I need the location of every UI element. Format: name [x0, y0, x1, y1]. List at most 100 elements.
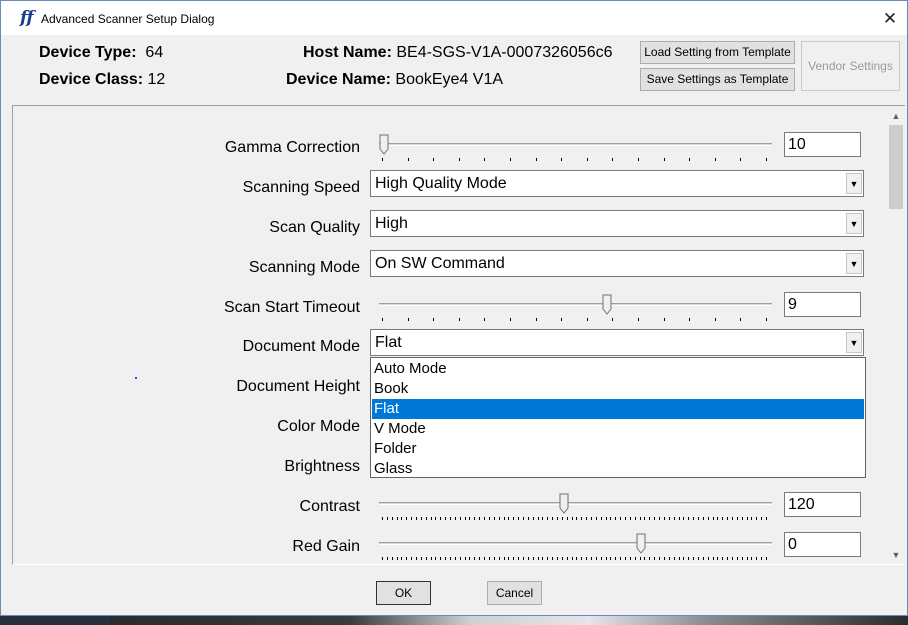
timeout-value-field[interactable]: 9 [784, 292, 861, 317]
slider-tick [605, 517, 607, 520]
slider-tick [625, 557, 627, 560]
device-type: Device Type: 64 [39, 44, 163, 62]
vendor-settings-button[interactable]: Vendor Settings [801, 41, 900, 91]
slider-tick [407, 318, 409, 321]
slider-tick [668, 557, 670, 560]
save-template-button[interactable]: Save Settings as Template [640, 68, 795, 91]
slider-tick [581, 517, 583, 520]
slider-tick [736, 517, 738, 520]
red-gain-value-field[interactable]: 0 [784, 532, 861, 557]
slider-tick [440, 557, 442, 560]
slider-tick [401, 517, 403, 520]
slider-tick [634, 557, 636, 560]
slider-tick [513, 557, 515, 560]
cancel-button[interactable]: Cancel [487, 581, 542, 605]
slider-tick [484, 557, 486, 560]
slider-tick [542, 517, 544, 520]
contrast-slider[interactable] [379, 493, 774, 523]
chevron-down-icon[interactable]: ▼ [846, 332, 862, 353]
slider-tick [556, 517, 558, 520]
slider-thumb[interactable] [636, 533, 646, 555]
advanced-scanner-dialog: ff Advanced Scanner Setup Dialog ✕ Devic… [0, 0, 908, 616]
document-height-label: Document Height [236, 378, 360, 395]
app-logo-icon: ff [20, 8, 34, 28]
chevron-up-icon[interactable]: ▲ [887, 108, 905, 125]
slider-tick [638, 318, 639, 321]
slider-tick [766, 318, 767, 321]
chevron-down-icon[interactable]: ▼ [846, 213, 862, 234]
scan-quality-select[interactable]: High ▼ [370, 210, 864, 237]
slider-tick [382, 557, 383, 560]
scanning-speed-select[interactable]: High Quality Mode ▼ [370, 170, 864, 197]
slider-tick [479, 557, 481, 560]
dropdown-option[interactable]: Book [372, 379, 864, 399]
dropdown-option[interactable]: V Mode [372, 419, 864, 439]
slider-tick [391, 517, 393, 520]
slider-tick [595, 557, 597, 560]
slider-tick [561, 318, 563, 321]
slider-tick [678, 557, 680, 560]
slider-tick [639, 517, 641, 520]
slider-tick [689, 158, 691, 161]
slider-tick [766, 517, 767, 520]
slider-tick [605, 557, 607, 560]
gamma-slider[interactable] [379, 134, 774, 164]
slider-tick [484, 318, 486, 321]
dropdown-option[interactable]: Auto Mode [372, 359, 864, 379]
slider-tick [382, 517, 383, 520]
settings-scroll-panel: Gamma Correction 10 Scanning Speed High … [12, 105, 905, 565]
slider-tick [440, 517, 442, 520]
slider-tick [416, 557, 418, 560]
slider-tick [756, 517, 758, 520]
vertical-scrollbar[interactable]: ▲ ▼ [887, 106, 905, 564]
red-gain-slider[interactable] [379, 533, 774, 563]
slider-tick [411, 557, 413, 560]
slider-tick [484, 517, 486, 520]
slider-tick [649, 557, 651, 560]
document-mode-select[interactable]: Flat ▼ [370, 329, 864, 356]
slider-tick [689, 318, 691, 321]
slider-tick [591, 517, 592, 520]
slider-tick [741, 557, 743, 560]
slider-tick [620, 517, 622, 520]
dropdown-option[interactable]: Folder [372, 439, 864, 459]
slider-tick [488, 517, 490, 520]
slider-tick [537, 517, 539, 520]
dropdown-option[interactable]: Glass [372, 459, 864, 479]
dropdown-option-selected[interactable]: Flat [372, 399, 864, 419]
slider-tick [445, 517, 447, 520]
slider-tick [697, 517, 699, 520]
slider-tick [714, 318, 716, 321]
slider-tick [435, 517, 437, 520]
slider-thumb[interactable] [602, 294, 612, 316]
chevron-down-icon[interactable]: ▼ [887, 547, 905, 564]
chevron-down-icon[interactable]: ▼ [846, 253, 862, 274]
close-button[interactable]: ✕ [873, 6, 907, 32]
load-template-button[interactable]: Load Setting from Template [640, 41, 795, 64]
slider-thumb[interactable] [379, 134, 389, 156]
slider-thumb[interactable] [559, 493, 569, 515]
timeout-slider[interactable] [379, 294, 774, 324]
slider-tick [406, 557, 408, 560]
slider-tick [382, 158, 383, 161]
scanning-mode-value: On SW Command [375, 255, 505, 272]
timeout-label: Scan Start Timeout [223, 299, 360, 316]
slider-tick [503, 557, 505, 560]
contrast-value-field[interactable]: 120 [784, 492, 861, 517]
slider-tick [746, 557, 748, 560]
slider-tick [586, 557, 588, 560]
red-gain-label: Red Gain [292, 538, 360, 555]
host-name-value: BE4-SGS-V1A-0007326056c6 [396, 44, 613, 61]
slider-tick [707, 557, 709, 560]
slider-tick [484, 158, 486, 161]
slider-tick [644, 517, 646, 520]
scrollbar-thumb[interactable] [889, 125, 903, 209]
gamma-value-field[interactable]: 10 [784, 132, 861, 157]
slider-track [379, 143, 772, 146]
device-class-label: Device Class: [39, 71, 144, 88]
chevron-down-icon[interactable]: ▼ [846, 173, 862, 194]
scanning-mode-select[interactable]: On SW Command ▼ [370, 250, 864, 277]
slider-tick [469, 517, 471, 520]
title-bar[interactable]: ff Advanced Scanner Setup Dialog ✕ [1, 1, 907, 35]
ok-button[interactable]: OK [376, 581, 431, 605]
